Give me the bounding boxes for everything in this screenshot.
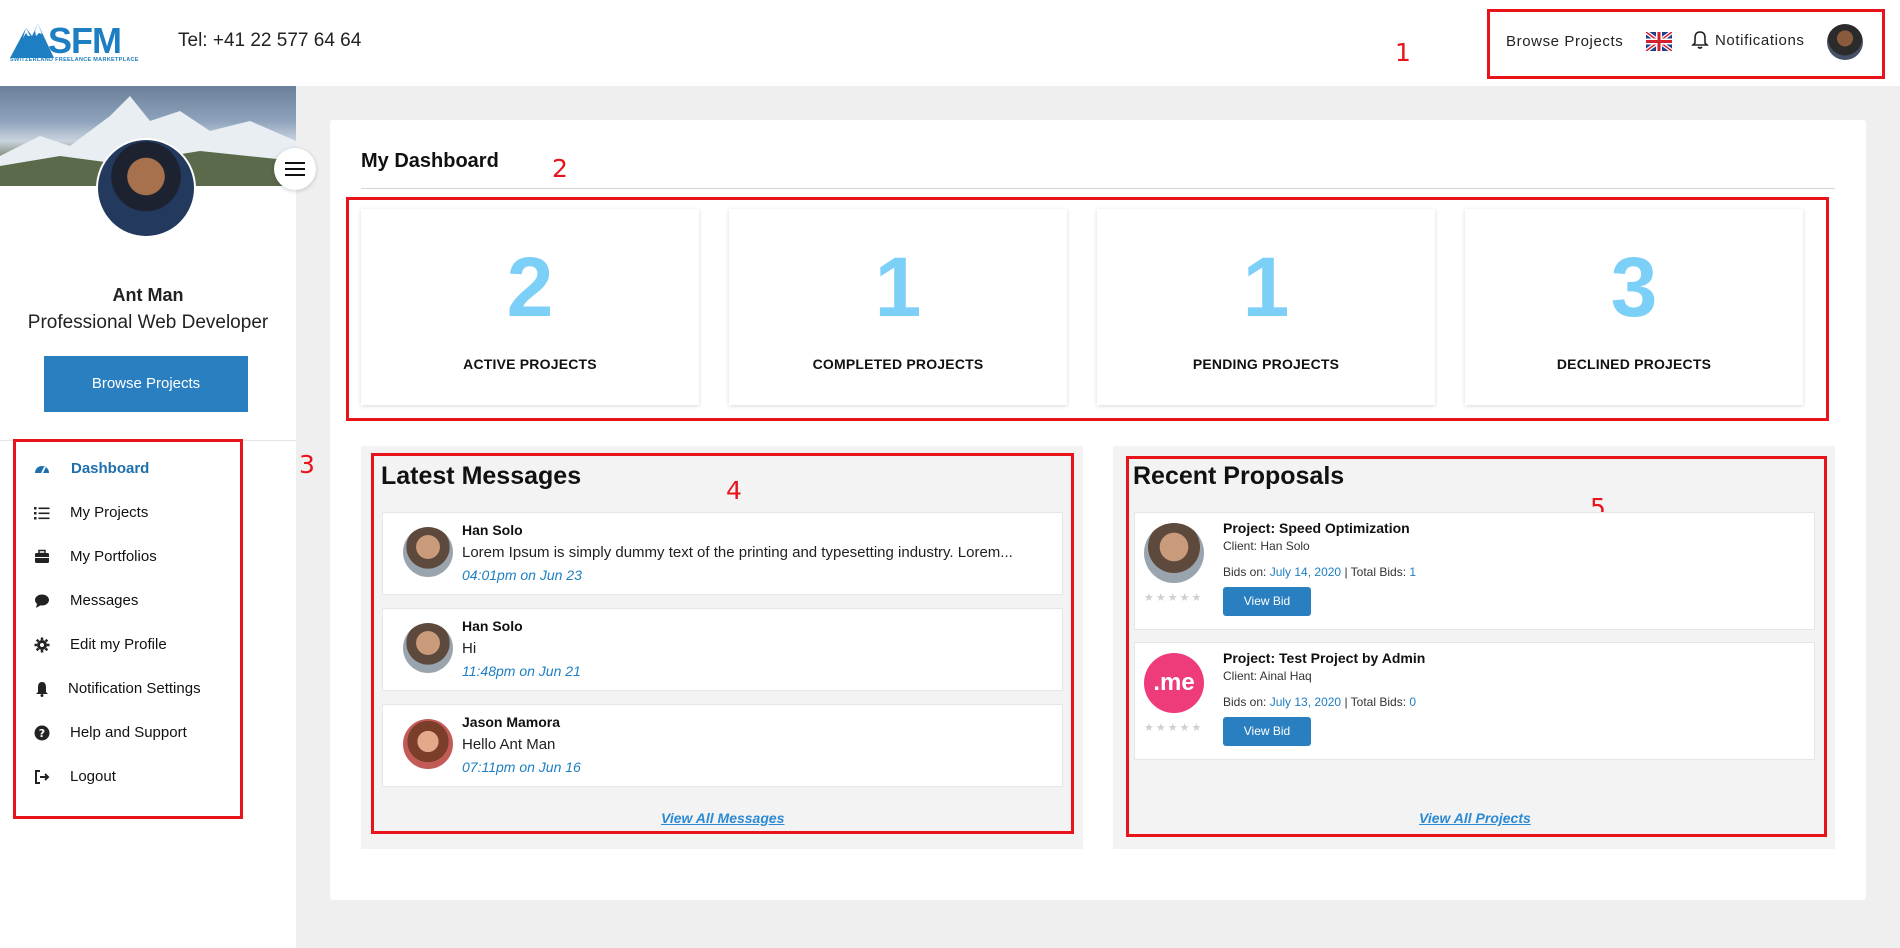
logo-text: SFM xyxy=(48,20,122,61)
message-item[interactable]: Han Solo Hi 11:48pm on Jun 21 xyxy=(382,608,1063,691)
annotation-1: 1 xyxy=(1395,38,1411,67)
message-preview: Hi xyxy=(462,640,477,657)
proposal-item[interactable]: ★★★★★ Project: Speed Optimization Client… xyxy=(1134,512,1815,630)
sender-avatar xyxy=(403,719,453,769)
bell-icon xyxy=(36,682,48,697)
briefcase-icon xyxy=(35,549,49,563)
view-bid-button[interactable]: View Bid xyxy=(1223,587,1311,616)
sidebar-item-label: Messages xyxy=(70,592,139,609)
sender-avatar xyxy=(403,623,453,673)
sidebar-item-label: Dashboard xyxy=(71,460,150,477)
proposal-client: Client: Ainal Haq xyxy=(1223,669,1312,683)
stat-label: DECLINED PROJECTS xyxy=(1556,356,1712,372)
svg-text:?: ? xyxy=(39,727,45,740)
stat-card-active[interactable]: 2 ACTIVE PROJECTS xyxy=(361,209,699,405)
view-all-messages-link[interactable]: View All Messages xyxy=(661,810,784,826)
annotation-box-nav xyxy=(13,439,243,819)
sender-name: Jason Mamora xyxy=(462,714,561,730)
logout-icon xyxy=(35,770,50,784)
rating-stars: ★★★★★ xyxy=(1144,592,1204,604)
annotation-4: 4 xyxy=(726,476,742,505)
menu-toggle-button[interactable] xyxy=(274,148,316,190)
sidebar-item-label: My Projects xyxy=(70,504,149,521)
header-notifications-link[interactable]: Notifications xyxy=(1715,32,1805,49)
stat-card-completed[interactable]: 1 COMPLETED PROJECTS xyxy=(729,209,1067,405)
profile-title: Professional Web Developer xyxy=(27,312,269,333)
sfm-logo[interactable]: SFM SWITZERLAND FREELANCE MARKETPLACE xyxy=(10,20,138,64)
sidebar-item-label: Edit my Profile xyxy=(70,636,167,653)
proposal-project-title: Project: Speed Optimization xyxy=(1223,520,1410,536)
sidebar-browse-projects-button[interactable]: Browse Projects xyxy=(44,356,248,412)
message-preview: Lorem Ipsum is simply dummy text of the … xyxy=(462,544,1013,561)
sender-name: Han Solo xyxy=(462,618,523,634)
header-user-avatar[interactable] xyxy=(1827,24,1863,60)
stat-label: PENDING PROJECTS xyxy=(1192,356,1340,372)
telephone-number: Tel: +41 22 577 64 64 xyxy=(178,30,362,51)
annotation-2: 2 xyxy=(552,154,568,183)
message-preview: Hello Ant Man xyxy=(462,736,556,753)
bell-icon[interactable] xyxy=(1691,30,1709,50)
message-item[interactable]: Jason Mamora Hello Ant Man 07:11pm on Ju… xyxy=(382,704,1063,787)
page-title: My Dashboard xyxy=(361,150,499,172)
stat-value: 2 xyxy=(506,240,554,334)
sidebar-item-label: Logout xyxy=(70,768,116,785)
profile-avatar[interactable] xyxy=(96,138,196,238)
logo-tagline: SWITZERLAND FREELANCE MARKETPLACE xyxy=(10,57,139,63)
proposal-bids-info: Bids on: July 13, 2020 | Total Bids: 0 xyxy=(1223,695,1417,709)
view-bid-button[interactable]: View Bid xyxy=(1223,717,1311,746)
client-avatar xyxy=(1144,523,1204,583)
stat-label: ACTIVE PROJECTS xyxy=(463,356,597,372)
proposal-project-title: Project: Test Project by Admin xyxy=(1223,650,1426,666)
stat-value: 1 xyxy=(1242,240,1290,334)
message-time: 04:01pm on Jun 23 xyxy=(462,567,582,583)
message-time: 11:48pm on Jun 21 xyxy=(462,663,581,679)
question-icon: ? xyxy=(34,725,50,741)
list-icon xyxy=(34,507,50,520)
recent-proposals-title: Recent Proposals xyxy=(1133,462,1345,490)
view-all-projects-link[interactable]: View All Projects xyxy=(1419,810,1531,826)
message-item[interactable]: Han Solo Lorem Ipsum is simply dummy tex… xyxy=(382,512,1063,595)
sidebar-item-label: Help and Support xyxy=(70,724,187,741)
stat-label: COMPLETED PROJECTS xyxy=(812,356,984,372)
sender-name: Han Solo xyxy=(462,522,523,538)
header-browse-projects-link[interactable]: Browse Projects xyxy=(1506,33,1623,50)
client-logo: .me xyxy=(1144,653,1204,713)
proposal-item[interactable]: .me ★★★★★ Project: Test Project by Admin… xyxy=(1134,642,1815,760)
stat-card-pending[interactable]: 1 PENDING PROJECTS xyxy=(1097,209,1435,405)
profile-name: Ant Man xyxy=(112,285,184,305)
gear-icon xyxy=(34,637,50,653)
stat-value: 1 xyxy=(874,240,922,334)
sidebar-item-label: My Portfolios xyxy=(70,548,157,565)
annotation-3: 3 xyxy=(299,450,315,479)
sender-avatar xyxy=(403,527,453,577)
dashboard-icon xyxy=(35,466,49,474)
title-divider xyxy=(361,188,1835,189)
message-time: 07:11pm on Jun 16 xyxy=(462,759,581,775)
chat-icon xyxy=(35,594,49,608)
proposal-client: Client: Han Solo xyxy=(1223,539,1310,553)
stat-value: 3 xyxy=(1610,240,1658,334)
proposal-bids-info: Bids on: July 14, 2020 | Total Bids: 1 xyxy=(1223,565,1417,579)
sidebar-item-label: Notification Settings xyxy=(68,680,201,697)
rating-stars: ★★★★★ xyxy=(1144,722,1204,734)
latest-messages-title: Latest Messages xyxy=(381,462,582,490)
uk-flag-icon[interactable] xyxy=(1646,32,1672,51)
stat-card-declined[interactable]: 3 DECLINED PROJECTS xyxy=(1465,209,1803,405)
